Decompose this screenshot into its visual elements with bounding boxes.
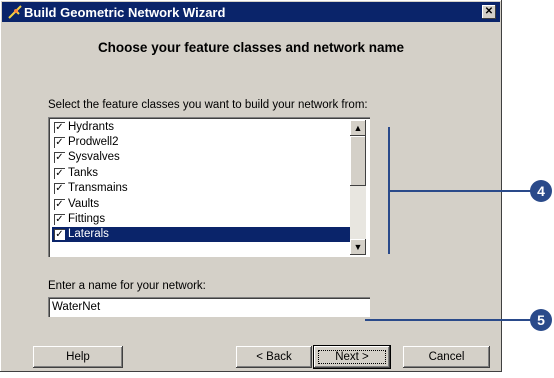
- list-item-label: Hydrants: [68, 121, 115, 133]
- list-item[interactable]: ✓ Sysvalves: [52, 150, 350, 165]
- callout-4: 4: [530, 180, 552, 202]
- list-item-label: Sysvalves: [68, 151, 120, 163]
- arrow-up-icon: ▲: [353, 123, 363, 133]
- arrow-down-icon: ▼: [353, 242, 363, 252]
- help-button-label: Help: [66, 351, 90, 363]
- list-item-label: Transmains: [68, 182, 128, 194]
- callout-5: 5: [530, 309, 552, 331]
- network-name-input[interactable]: WaterNet: [48, 297, 370, 317]
- back-button[interactable]: < Back: [236, 346, 312, 368]
- network-name-label: Enter a name for your network:: [48, 280, 206, 292]
- title-bar[interactable]: Build Geometric Network Wizard ✕: [2, 2, 500, 22]
- checkbox-sysvalves[interactable]: ✓: [54, 152, 65, 163]
- network-name-value: WaterNet: [52, 301, 101, 313]
- callout-leader-5: [365, 319, 533, 321]
- list-item[interactable]: ✓ Hydrants: [52, 120, 350, 135]
- list-item[interactable]: ✓ Vaults: [52, 197, 350, 212]
- window-title: Build Geometric Network Wizard: [24, 5, 226, 20]
- checkbox-hydrants[interactable]: ✓: [54, 122, 65, 133]
- checkbox-tanks[interactable]: ✓: [54, 168, 65, 179]
- wizard-window: Build Geometric Network Wizard ✕ Choose …: [0, 0, 502, 372]
- scroll-thumb[interactable]: [350, 136, 366, 186]
- close-button[interactable]: ✕: [482, 5, 496, 19]
- list-item[interactable]: ✓ Fittings: [52, 212, 350, 227]
- list-item[interactable]: ✓ Prodwell2: [52, 135, 350, 150]
- checkbox-vaults[interactable]: ✓: [54, 199, 65, 210]
- close-icon: ✕: [484, 6, 494, 17]
- checkbox-prodwell2[interactable]: ✓: [54, 137, 65, 148]
- feature-class-list[interactable]: ✓ Hydrants ✓ Prodwell2 ✓ Sysvalves ✓ Tan…: [48, 117, 370, 257]
- list-item[interactable]: ✓ Transmains: [52, 181, 350, 196]
- scroll-up-button[interactable]: ▲: [350, 120, 366, 136]
- cancel-button[interactable]: Cancel: [403, 346, 490, 368]
- list-scrollbar[interactable]: ▲ ▼: [350, 120, 366, 255]
- list-item-label: Laterals: [68, 228, 109, 240]
- next-button[interactable]: Next >: [314, 346, 390, 368]
- list-item[interactable]: ✓ Tanks: [52, 166, 350, 181]
- checkbox-laterals[interactable]: ✓: [54, 229, 65, 240]
- list-item-label: Tanks: [68, 167, 99, 179]
- checkbox-transmains[interactable]: ✓: [54, 183, 65, 194]
- callout-leader-4: [389, 190, 534, 192]
- list-item-label: Fittings: [68, 213, 106, 225]
- page-heading: Choose your feature classes and network …: [97, 40, 405, 55]
- scroll-down-button[interactable]: ▼: [350, 239, 366, 255]
- network-wizard-icon: [8, 5, 22, 19]
- back-button-label: < Back: [256, 351, 292, 363]
- list-item-selected[interactable]: ✓ Laterals: [52, 227, 350, 242]
- feature-classes-label: Select the feature classes you want to b…: [48, 99, 368, 111]
- list-item-label: Vaults: [68, 198, 100, 210]
- checkbox-fittings[interactable]: ✓: [54, 214, 65, 225]
- cancel-button-label: Cancel: [428, 351, 465, 363]
- next-button-label: Next >: [335, 351, 369, 363]
- list-item-label: Prodwell2: [68, 136, 119, 148]
- help-button[interactable]: Help: [33, 346, 123, 368]
